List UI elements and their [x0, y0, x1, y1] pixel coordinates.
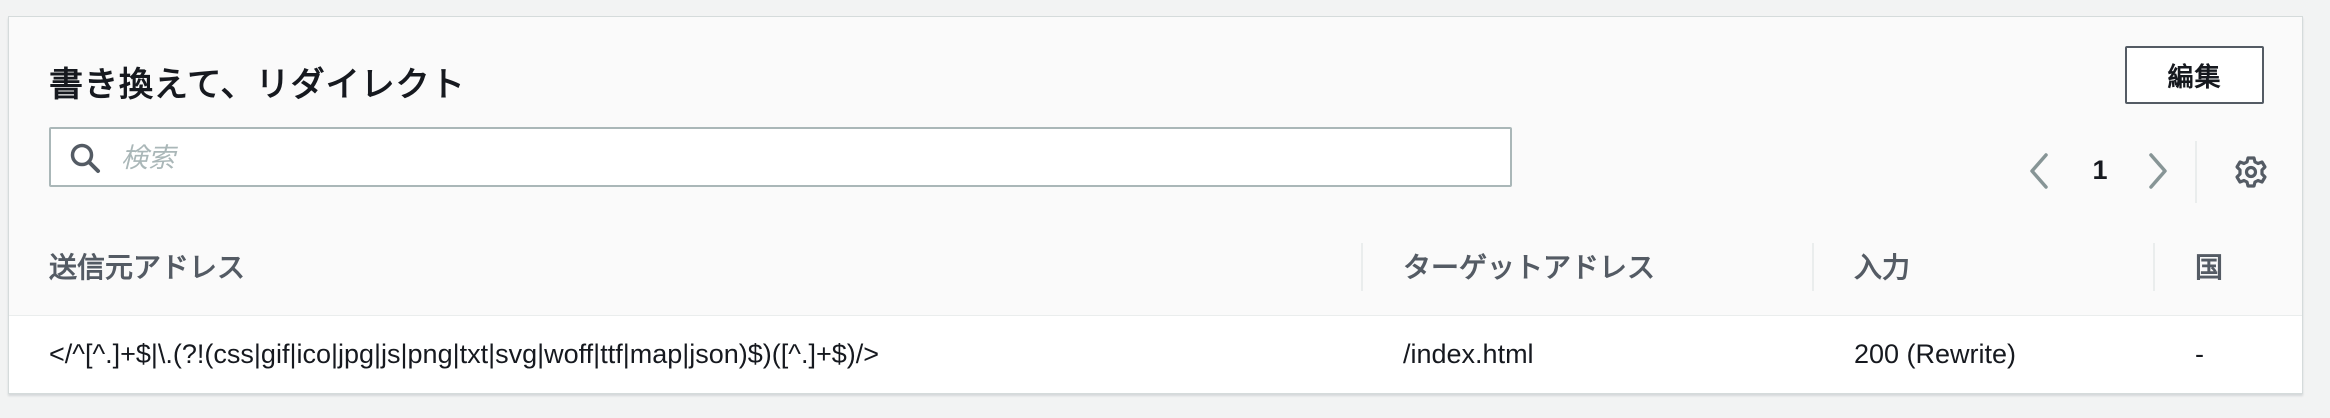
pagination-current-page[interactable]: 1 [2085, 155, 2115, 186]
edit-button[interactable]: 編集 [2125, 46, 2264, 104]
cell-country: - [2195, 339, 2204, 369]
search-icon [70, 143, 100, 173]
column-divider [2153, 243, 2155, 291]
chevron-right-icon[interactable] [2143, 151, 2173, 191]
gear-icon[interactable] [2233, 154, 2269, 190]
column-divider [1361, 243, 1363, 291]
search-box[interactable] [49, 127, 1512, 187]
cell-type: 200 (Rewrite) [1854, 339, 2017, 369]
panel-title: 書き換えて、リダイレクト [49, 66, 466, 104]
search-input[interactable] [119, 129, 1493, 187]
rewrites-redirects-panel: 書き換えて、リダイレクト 編集 1 送信元アドレス ターゲットアドレス [8, 16, 2303, 394]
cell-source-address: </^[^.]+$|\.(?!(css|gif|ico|jpg|js|png|t… [49, 339, 879, 369]
table-row[interactable]: </^[^.]+$|\.(?!(css|gif|ico|jpg|js|png|t… [9, 316, 2302, 393]
column-divider [1812, 243, 1814, 291]
table-header: 送信元アドレス ターゲットアドレス 入力 国 [9, 217, 2302, 316]
column-header-target[interactable]: ターゲットアドレス [1403, 217, 1655, 315]
cell-target-address: /index.html [1403, 339, 1534, 369]
pagination-divider [2195, 141, 2197, 203]
panel-header: 書き換えて、リダイレクト 編集 1 [9, 17, 2302, 218]
column-header-type[interactable]: 入力 [1854, 217, 1910, 315]
column-header-country[interactable]: 国 [2195, 217, 2223, 315]
chevron-left-icon[interactable] [2024, 151, 2054, 191]
column-header-source[interactable]: 送信元アドレス [49, 217, 245, 315]
